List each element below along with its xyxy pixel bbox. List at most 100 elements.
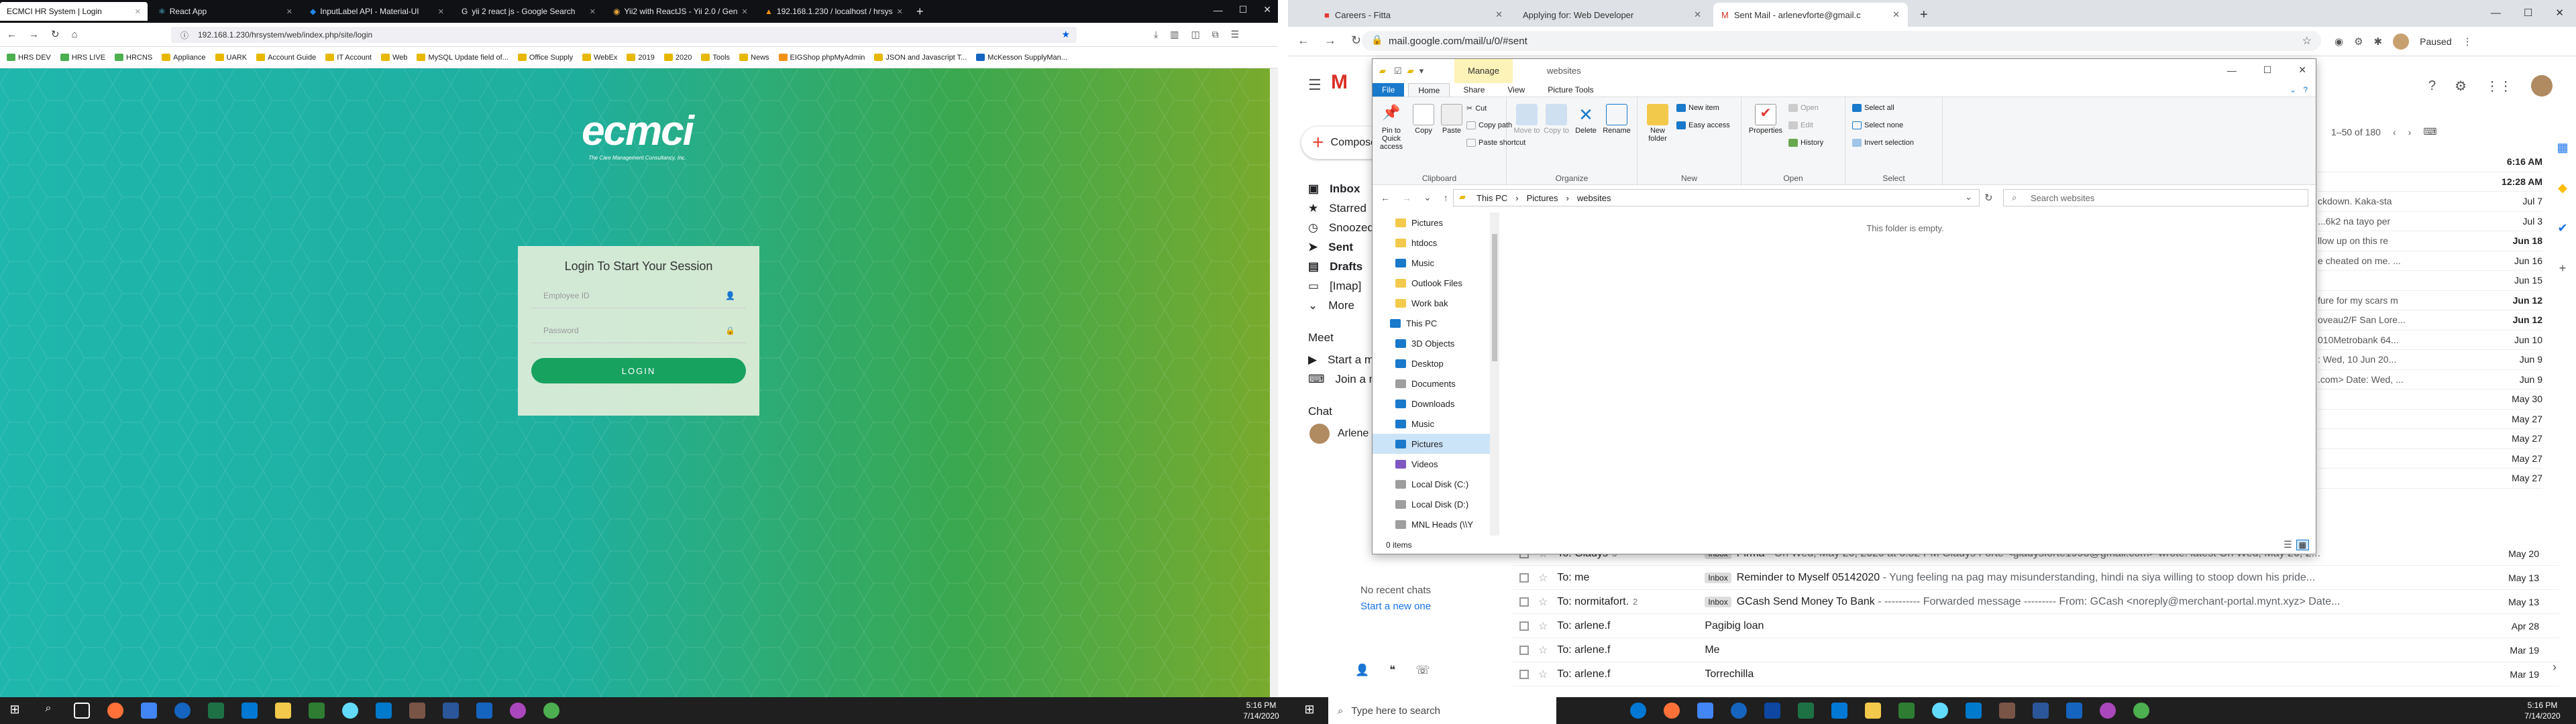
- close-icon[interactable]: ✕: [1694, 9, 1701, 20]
- home-icon[interactable]: ⌂: [72, 29, 78, 40]
- close-icon[interactable]: ✕: [438, 7, 444, 16]
- url-bar[interactable]: ⓘ 192.168.1.230/hrsystem/web/index.php/s…: [171, 27, 1077, 43]
- apps-grid-icon[interactable]: ⋮⋮: [2485, 78, 2512, 95]
- app-icon[interactable]: [2100, 703, 2116, 719]
- app-icon[interactable]: [1898, 703, 1915, 719]
- app-icon[interactable]: [1999, 703, 2015, 719]
- nav-pc-item[interactable]: Documents: [1373, 373, 1493, 394]
- url-bar[interactable]: 🔒 mail.google.com/mail/u/0/#sent ☆: [1362, 31, 2321, 51]
- table-row[interactable]: : Wed, 10 Jun 20... Jun 9: [2318, 350, 2542, 370]
- checkbox[interactable]: [1519, 669, 1529, 679]
- edge-icon[interactable]: [1630, 703, 1646, 719]
- history-button[interactable]: History: [1788, 139, 1823, 147]
- nav-quick-item[interactable]: Work bak: [1373, 293, 1493, 313]
- vscode-icon[interactable]: [376, 703, 392, 719]
- nav-scrollbar[interactable]: [1490, 213, 1499, 536]
- star-icon[interactable]: ☆: [1538, 644, 1548, 657]
- password-field[interactable]: Password 🔒: [531, 318, 746, 343]
- nav-pc-item[interactable]: 3D Objects: [1373, 333, 1493, 353]
- close-icon[interactable]: ✕: [1495, 9, 1503, 20]
- hamburger-menu-icon[interactable]: ☰: [1308, 76, 1322, 94]
- star-icon[interactable]: ★: [1061, 29, 1070, 40]
- tab-home[interactable]: Home: [1408, 83, 1450, 97]
- profile-status[interactable]: Paused: [2420, 36, 2451, 47]
- app-icon[interactable]: [174, 703, 191, 719]
- cut-button[interactable]: ✂ Cut: [1466, 104, 1487, 113]
- edit-button[interactable]: Edit: [1788, 121, 1813, 129]
- bookmark-item[interactable]: UARK: [215, 54, 247, 62]
- table-row[interactable]: May 27: [2318, 469, 2542, 489]
- table-row[interactable]: ☆ To: me Inbox Reminder to Myself 05142020 …: [1513, 566, 2559, 590]
- table-row[interactable]: ...6k2 na tayo per Jul 3: [2318, 212, 2542, 231]
- chevron-right-icon[interactable]: ›: [2408, 127, 2412, 137]
- app-icon[interactable]: [476, 703, 492, 719]
- app-icon[interactable]: [1697, 703, 1713, 719]
- close-icon[interactable]: ✕: [741, 7, 747, 16]
- firefox-icon[interactable]: [1664, 703, 1680, 719]
- new-folder-quick-icon[interactable]: ▰: [1407, 66, 1414, 76]
- open-button[interactable]: Open: [1788, 104, 1819, 112]
- details-view-icon[interactable]: ☰: [2284, 539, 2292, 550]
- tab-material-ui[interactable]: ◆ InputLabel API - Material-UI ✕: [303, 2, 451, 21]
- bookmark-item[interactable]: Account Guide: [256, 54, 316, 62]
- tab-file[interactable]: File: [1373, 83, 1405, 97]
- refresh-icon[interactable]: ↻: [1984, 192, 1993, 204]
- keep-icon[interactable]: ◆: [2553, 168, 2573, 208]
- back-icon[interactable]: ←: [1297, 34, 1309, 48]
- breadcrumb-this-pc[interactable]: This PC: [1477, 193, 1507, 203]
- back-icon[interactable]: ←: [1381, 192, 1390, 203]
- vscode-icon[interactable]: [1966, 703, 1982, 719]
- nav-pc-item[interactable]: MNL Heads (\\Y: [1373, 514, 1493, 534]
- properties-button[interactable]: ✔ Properties: [1747, 104, 1784, 135]
- firefox-icon[interactable]: [107, 703, 123, 719]
- star-icon[interactable]: ☆: [1538, 619, 1548, 633]
- file-explorer-icon[interactable]: [275, 703, 291, 719]
- select-all-button[interactable]: Select all: [1852, 104, 1894, 112]
- person-icon[interactable]: 👤: [1355, 664, 1369, 677]
- app-icon[interactable]: [2066, 703, 2082, 719]
- nav-pc-item[interactable]: Downloads: [1373, 394, 1493, 414]
- table-row[interactable]: ckdown. Kaka-sta Jul 7: [2318, 192, 2542, 212]
- maximize-icon[interactable]: ☐: [2524, 7, 2532, 19]
- new-tab-button[interactable]: +: [1912, 3, 1936, 27]
- close-icon[interactable]: ✕: [135, 7, 141, 16]
- close-window-icon[interactable]: ✕: [2298, 64, 2306, 76]
- breadcrumb-pictures[interactable]: Pictures: [1527, 193, 1558, 203]
- bookmark-item[interactable]: HRCNS: [115, 54, 152, 62]
- star-icon[interactable]: ☆: [1538, 595, 1548, 609]
- table-row[interactable]: Jun 15: [2318, 271, 2542, 291]
- chrome-icon[interactable]: [543, 703, 559, 719]
- search-input[interactable]: ⌕ Search websites: [2003, 189, 2308, 206]
- chevron-down-icon[interactable]: ▾: [1419, 66, 1424, 76]
- table-row[interactable]: May 30: [2318, 389, 2542, 410]
- clock[interactable]: 5:16 PM 7/14/2020: [2519, 700, 2566, 721]
- more-icon[interactable]: ⋮: [2463, 36, 2473, 48]
- tab-applying-web-developer[interactable]: Applying for: Web Developer ✕: [1515, 3, 1709, 27]
- bookmark-item[interactable]: 2019: [627, 54, 655, 62]
- bookmark-item[interactable]: MySQL Update field of...: [417, 54, 508, 62]
- easy-access-button[interactable]: Easy access: [1676, 121, 1730, 129]
- copy-path-button[interactable]: Copy path: [1466, 121, 1512, 129]
- nav-pc-item[interactable]: Music: [1373, 414, 1493, 434]
- outlook-icon[interactable]: [241, 703, 258, 719]
- large-icons-view-icon[interactable]: ▦: [2296, 539, 2309, 550]
- tasks-icon[interactable]: ✔: [2553, 208, 2573, 248]
- table-row[interactable]: ☆ To: arlene.f Torrechilla Mar 19: [1513, 662, 2559, 686]
- settings-icon[interactable]: ⚙: [2455, 78, 2467, 95]
- profile-avatar[interactable]: [2393, 34, 2410, 50]
- tab-react-app[interactable]: ⚛ React App ✕: [152, 2, 299, 21]
- extension-icon[interactable]: ⧉: [1212, 29, 1219, 40]
- table-row[interactable]: .com> Date: Wed, ... Jun 9: [2318, 370, 2542, 389]
- account-avatar[interactable]: [2531, 75, 2553, 97]
- file-explorer-icon[interactable]: [1865, 703, 1881, 719]
- tab-gmail-sent[interactable]: M Sent Mail - arlenevforte@gmail.c ✕: [1713, 3, 1908, 27]
- extension-icon[interactable]: ◉: [2334, 36, 2343, 48]
- nav-quick-item[interactable]: htdocs: [1373, 233, 1493, 253]
- star-icon[interactable]: ☆: [1538, 668, 1548, 681]
- calendar-icon[interactable]: ▦: [2553, 127, 2573, 168]
- manage-context-tab[interactable]: Manage: [1454, 59, 1513, 83]
- extensions-puzzle-icon[interactable]: ✱: [2374, 36, 2383, 48]
- table-row[interactable]: May 27: [2318, 429, 2542, 449]
- table-row[interactable]: 010Metrobank 64... Jun 10: [2318, 330, 2542, 350]
- minimize-icon[interactable]: —: [2491, 7, 2501, 19]
